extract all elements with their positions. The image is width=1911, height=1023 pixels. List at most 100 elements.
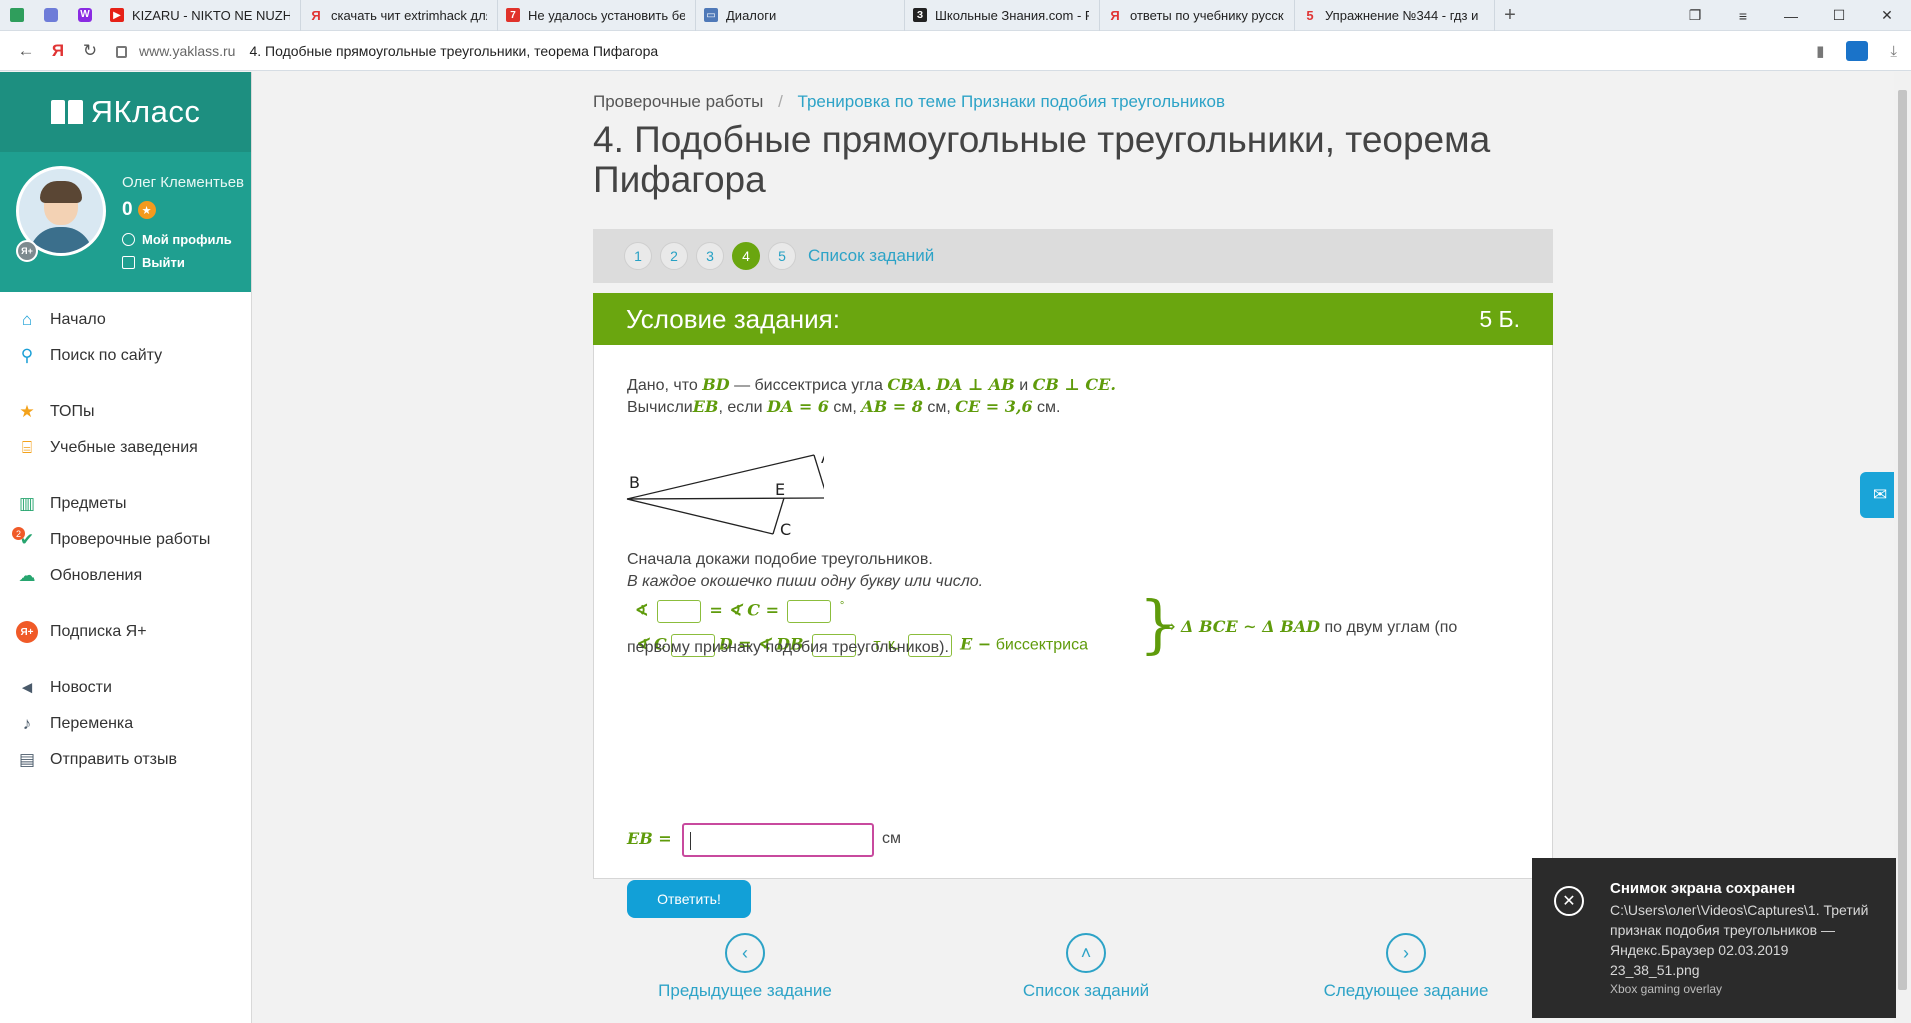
- sidebar-item-schools[interactable]: ⌸ Учебные заведения: [0, 430, 251, 466]
- breadcrumb: Проверочные работы / Тренировка по теме …: [593, 92, 1225, 111]
- toast-text: C:\Users\олег\Videos\Captures\1. Третий …: [1610, 902, 1869, 978]
- sidebar-item-tops[interactable]: ★ ТОПы: [0, 394, 251, 430]
- chevron-left-icon: ‹: [725, 933, 765, 973]
- sidebar-item-home[interactable]: ⌂ Начало: [0, 302, 251, 338]
- site-favicon-icon: 7: [506, 8, 520, 22]
- answer-box[interactable]: [656, 600, 701, 623]
- menu-icon[interactable]: ≡: [1719, 8, 1767, 24]
- conclusion-line: ⇒ Δ BCE ∼ Δ BAD по двум углам (по: [1162, 617, 1458, 636]
- tab-icon-0[interactable]: [0, 0, 34, 31]
- browser-tab[interactable]: ▶ KIZARU - NIKTO NE NUZHE: [102, 0, 301, 31]
- sidebar-item-subscription[interactable]: Я+ Подписка Я+: [0, 614, 251, 650]
- browser-tab[interactable]: Я скачать чит extrimhack для: [301, 0, 498, 31]
- site-logo[interactable]: ЯКласс: [0, 72, 251, 152]
- browser-tab[interactable]: Я ответы по учебнику русск: [1100, 0, 1295, 31]
- task-list-link[interactable]: Список заданий: [808, 246, 934, 266]
- bookmark-icon[interactable]: ▮: [1816, 42, 1824, 60]
- star-coin-icon: ★: [137, 201, 156, 219]
- chevron-up-icon: ˄: [1066, 933, 1106, 973]
- prev-task-link[interactable]: ‹ Предыдущее задание: [655, 933, 835, 1001]
- gdz-icon: 5: [1306, 7, 1314, 23]
- proof-row-1: ∢ = ∢ C = °: [635, 600, 844, 623]
- search-icon: ⚲: [20, 346, 34, 365]
- next-task-link[interactable]: › Следующее задание: [1321, 933, 1491, 1001]
- books-icon: ▥: [18, 494, 36, 513]
- label-e: E: [775, 480, 785, 499]
- profile-icon: [122, 233, 135, 246]
- sidebar-item-updates[interactable]: ☁ Обновления: [0, 558, 251, 594]
- screenshot-toast[interactable]: ✕ Снимок экрана сохранен C:\Users\олег\V…: [1532, 858, 1896, 1018]
- proof-block: ∢ = ∢ C = ° ∢ CD = ∢ DB , т. к. E − бисс…: [627, 588, 1177, 668]
- tabs-overview-icon[interactable]: ❐: [1671, 7, 1719, 24]
- conclusion-line-2: первому признаку подобия треугольников).: [627, 639, 949, 656]
- page-button-2[interactable]: 2: [660, 242, 688, 270]
- browser-tab-bar: W ▶ KIZARU - NIKTO NE NUZHE Я скачать чи…: [0, 0, 1911, 31]
- page-title: 4. Подобные прямоугольные треугольники, …: [593, 119, 1491, 200]
- user-score: 0 ★: [122, 199, 156, 221]
- address-bar-actions: ▮ ⤓: [1816, 31, 1897, 71]
- back-arrow-icon[interactable]: ←: [10, 41, 42, 61]
- toast-app: Xbox gaming overlay: [1610, 982, 1723, 996]
- download-icon[interactable]: ⤓: [1890, 43, 1897, 60]
- sidebar: ЯКласс Я+ Олег Клементьев 0 ★ Мой профил…: [0, 72, 252, 1023]
- yandex-home-icon[interactable]: Я: [42, 41, 74, 61]
- task-pager: 1 2 3 4 5 Список заданий: [593, 229, 1553, 283]
- submit-button[interactable]: Ответить!: [627, 880, 751, 918]
- page-button-3[interactable]: 3: [696, 242, 724, 270]
- task-list-bottom-link[interactable]: ˄ Список заданий: [1011, 933, 1161, 1001]
- task-given-line: Дано, что BD — биссектриса угла CBA. DA …: [627, 375, 1116, 394]
- toast-title: Снимок экрана сохранен: [1610, 880, 1796, 897]
- task-header-title: Условие задания:: [626, 303, 840, 334]
- sidebar-item-news[interactable]: ◄ Новости: [0, 670, 251, 706]
- close-icon[interactable]: ✕: [1863, 7, 1911, 24]
- label-a: A: [821, 448, 824, 467]
- subscription-badge: Я+: [16, 240, 38, 262]
- cloud-icon: ☁: [18, 566, 36, 585]
- adblock-extension-icon[interactable]: [1846, 41, 1869, 61]
- browser-tab[interactable]: ▭ Диалоги: [696, 0, 905, 31]
- task-points: 5 Б.: [1479, 305, 1520, 332]
- browser-tab[interactable]: 7 Не удалось установить без: [498, 0, 696, 31]
- breadcrumb-link[interactable]: Тренировка по теме Признаки подобия треу…: [798, 92, 1225, 111]
- page-button-1[interactable]: 1: [624, 242, 652, 270]
- url-field[interactable]: www.yaklass.ru 4. Подобные прямоугольные…: [116, 43, 658, 59]
- sidebar-item-tests[interactable]: ✔ 2 Проверочные работы: [0, 522, 251, 558]
- label-b: B: [629, 473, 640, 492]
- tab-icon-1[interactable]: [34, 0, 68, 31]
- geometry-figure: A B C D E: [626, 448, 824, 539]
- logout-link[interactable]: Выйти: [122, 255, 185, 270]
- sidebar-item-search[interactable]: ⚲ Поиск по сайту: [0, 338, 251, 374]
- subscription-icon: Я+: [16, 621, 38, 643]
- youtube-icon: ▶: [110, 8, 124, 22]
- yandex-icon: Я: [311, 7, 321, 23]
- answer-input[interactable]: [682, 823, 874, 857]
- task-header: Условие задания: 5 Б.: [593, 293, 1553, 345]
- sidebar-item-subjects[interactable]: ▥ Предметы: [0, 486, 251, 522]
- home-icon: ⌂: [21, 310, 33, 329]
- page-button-5[interactable]: 5: [768, 242, 796, 270]
- profile-link[interactable]: Мой профиль: [122, 232, 232, 247]
- znanija-icon: З: [913, 8, 927, 22]
- reload-icon[interactable]: ↻: [74, 41, 106, 61]
- notification-badge: 2: [12, 527, 25, 540]
- task-compute-line: ВычислиEB, если DA = 6 см, AB = 8 см, CE…: [627, 397, 1061, 416]
- breadcrumb-root[interactable]: Проверочные работы: [593, 92, 763, 111]
- browser-tab[interactable]: 5 Упражнение №344 - гдз и: [1295, 0, 1495, 31]
- maximize-icon[interactable]: ☐: [1815, 7, 1863, 24]
- user-name[interactable]: Олег Клементьев: [122, 174, 244, 191]
- tab-icon-2[interactable]: W: [68, 0, 102, 31]
- megaphone-icon: ◄: [18, 678, 36, 697]
- page-button-4[interactable]: 4: [732, 242, 760, 270]
- page-scrollbar[interactable]: [1894, 72, 1911, 1023]
- user-panel: Я+ Олег Клементьев 0 ★ Мой профиль Выйти: [0, 152, 251, 292]
- answer-box[interactable]: [787, 600, 832, 623]
- minimize-icon[interactable]: —: [1767, 8, 1815, 24]
- sidebar-item-feedback[interactable]: ▤ Отправить отзыв: [0, 742, 251, 778]
- new-tab-button[interactable]: +: [1495, 4, 1525, 27]
- scroll-thumb[interactable]: [1898, 90, 1907, 990]
- browser-tab[interactable]: З Школьные Знания.com - Р: [905, 0, 1100, 31]
- sidebar-item-break[interactable]: ♪ Переменка: [0, 706, 251, 742]
- star-icon: ★: [19, 402, 35, 421]
- label-c: C: [780, 520, 791, 539]
- task-body: Дано, что BD — биссектриса угла CBA. DA …: [593, 345, 1553, 918]
